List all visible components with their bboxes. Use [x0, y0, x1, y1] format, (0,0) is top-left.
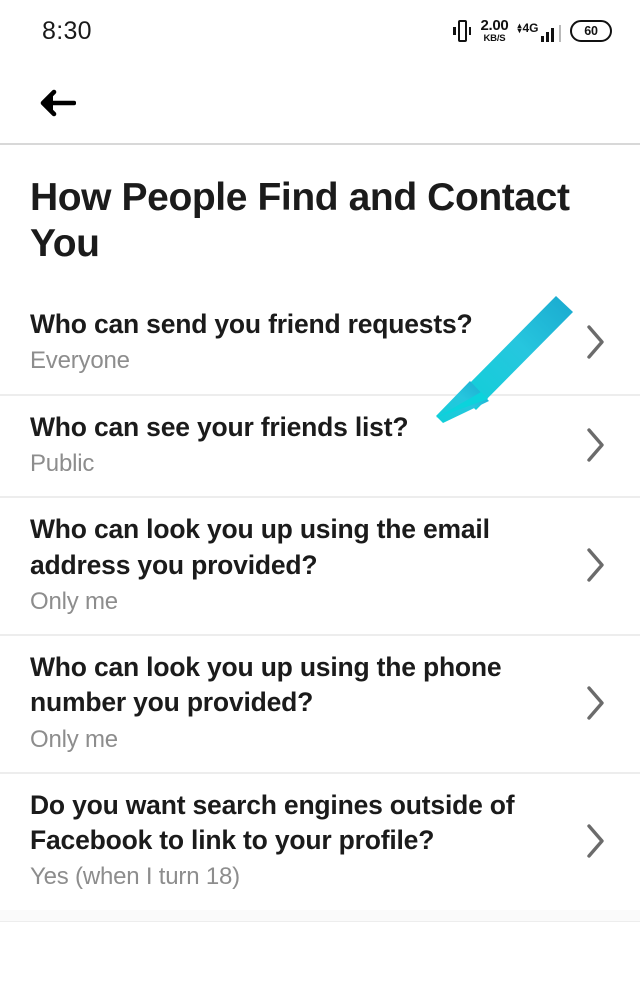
chevron-right-icon[interactable]: [574, 545, 618, 585]
network-speed-value: 2.00: [480, 17, 509, 35]
battery-icon: 60: [570, 20, 612, 42]
list-item-title: Who can send you friend requests?: [30, 309, 473, 340]
list-item-value: Public: [30, 449, 95, 477]
data-transfer-icon: ▴ ▾: [517, 20, 522, 35]
settings-list: Who can send you friend requests? Everyo…: [0, 293, 640, 922]
list-item-value: Only me: [30, 587, 118, 615]
list-item-value: Yes (when I turn 18): [30, 863, 240, 891]
sim-divider: [559, 24, 561, 42]
battery-level-label: 60: [584, 24, 598, 38]
vibrate-icon: [453, 19, 472, 43]
list-item[interactable]: Who can look you up using the phone numb…: [0, 636, 640, 772]
list-item-text: Who can look you up using the email addr…: [30, 512, 574, 618]
nav-bar: [0, 62, 640, 143]
chevron-right-icon[interactable]: [574, 821, 618, 861]
list-item-value: Everyone: [30, 347, 130, 375]
list-item-title: Do you want search engines outside of Fa…: [30, 790, 515, 856]
network-speed-indicator: 2.00 KB/S: [480, 18, 508, 44]
list-item-text: Do you want search engines outside of Fa…: [30, 788, 574, 894]
list-item[interactable]: Do you want search engines outside of Fa…: [0, 774, 640, 910]
back-button[interactable]: [30, 77, 82, 129]
network-generation-label: ▴ ▾ 4G: [517, 20, 539, 35]
status-icons: 2.00 KB/S ▴ ▾ 4G 60: [453, 18, 612, 44]
list-footer-band: [0, 909, 640, 922]
list-item-value: Only me: [30, 725, 118, 753]
page-title: How People Find and Contact You: [30, 176, 570, 266]
signal-strength-bars: [540, 25, 554, 42]
signal-bars-icon: ▴ ▾ 4G: [517, 21, 561, 42]
list-item-text: Who can see your friends list? Public: [30, 410, 574, 481]
list-item-title: Who can look you up using the phone numb…: [30, 652, 502, 718]
list-item[interactable]: Who can look you up using the email addr…: [0, 498, 640, 635]
list-item-text: Who can send you friend requests? Everyo…: [30, 307, 574, 378]
status-time: 8:30: [42, 16, 92, 45]
list-item-title: Who can look you up using the email addr…: [30, 514, 490, 580]
list-item[interactable]: Who can send you friend requests? Everyo…: [0, 293, 640, 394]
chevron-right-icon[interactable]: [574, 425, 618, 465]
list-item[interactable]: Who can see your friends list? Public: [0, 395, 640, 497]
network-speed-unit: KB/S: [483, 33, 506, 45]
status-bar: 8:30 2.00 KB/S ▴ ▾ 4G 60: [0, 0, 640, 62]
back-arrow-icon: [36, 86, 76, 120]
chevron-right-icon[interactable]: [574, 683, 618, 723]
phone-screen: 8:30 2.00 KB/S ▴ ▾ 4G 60 How People Find…: [0, 0, 640, 1000]
chevron-right-icon[interactable]: [574, 322, 618, 362]
list-item-title: Who can see your friends list?: [30, 411, 409, 442]
list-item-text: Who can look you up using the phone numb…: [30, 650, 574, 756]
